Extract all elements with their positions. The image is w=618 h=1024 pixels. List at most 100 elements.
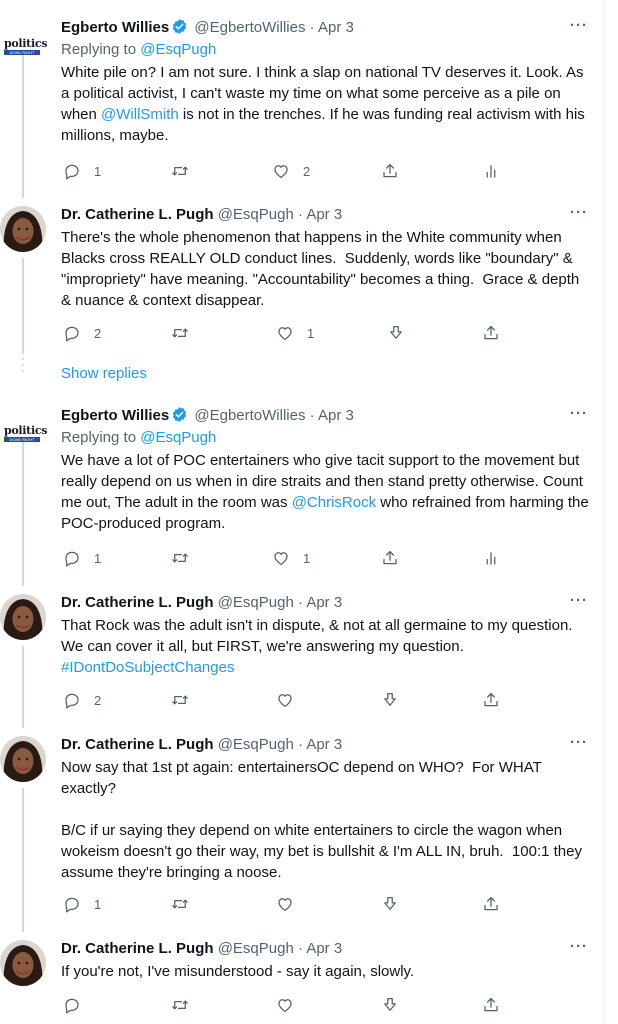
retweet-button[interactable] <box>171 994 202 1016</box>
tweet-thread: politics DONE RIGHT Egberto Willies @Egb… <box>0 0 618 1024</box>
tweet[interactable]: Dr. Catherine L. Pugh @EsqPugh · Apr 3 ·… <box>61 203 591 311</box>
thread-line <box>22 788 24 932</box>
like-button[interactable]: 2 <box>272 160 310 182</box>
more-options-icon[interactable]: ··· <box>570 591 588 611</box>
more-options-icon[interactable]: ··· <box>570 733 588 753</box>
avatar-logo-subtext: DONE RIGHT <box>4 437 40 442</box>
tweet[interactable]: Dr. Catherine L. Pugh @EsqPugh · Apr 3 ·… <box>61 591 591 678</box>
retweet-button[interactable] <box>171 689 202 711</box>
like-button[interactable] <box>276 689 307 711</box>
verified-badge-icon <box>173 19 187 34</box>
tweet-date[interactable]: Apr 3 <box>318 407 354 424</box>
tweet-date[interactable]: Apr 3 <box>306 594 342 611</box>
like-count: 2 <box>303 163 311 179</box>
author-name[interactable]: Dr. Catherine L. Pugh <box>61 736 214 753</box>
retweet-icon <box>172 1000 188 1010</box>
replying-to-label: Replying to <box>61 41 141 58</box>
text-segment: That Rock was the adult isn't in dispute… <box>61 617 573 655</box>
mention-link[interactable]: @WillSmith <box>101 106 179 123</box>
tweet[interactable]: Dr. Catherine L. Pugh @EsqPugh · Apr 3 ·… <box>61 733 591 883</box>
reply-button[interactable]: 1 <box>63 160 101 182</box>
author-handle[interactable]: @EsqPugh <box>218 736 294 753</box>
tweet[interactable]: Egberto Willies @EgbertoWillies · Apr 3 … <box>61 16 591 146</box>
author-name[interactable]: Egberto Willies <box>61 407 169 424</box>
mention-link[interactable]: @EsqPugh <box>140 41 216 58</box>
like-count: 1 <box>307 325 315 341</box>
tweet-actions: 1 <box>61 893 531 917</box>
analytics-button[interactable] <box>482 547 500 569</box>
author-name[interactable]: Dr. Catherine L. Pugh <box>61 594 214 611</box>
tweet-actions: 1 1 <box>61 547 531 571</box>
reply-button[interactable]: 1 <box>63 547 101 569</box>
share-button[interactable] <box>381 160 399 182</box>
hashtag-link[interactable]: #IDontDoSubjectChanges <box>61 659 234 676</box>
tweet[interactable]: Egberto Willies @EgbertoWillies · Apr 3 … <box>61 404 591 534</box>
profile-photo <box>0 940 46 986</box>
profile-photo <box>0 594 46 640</box>
avatar[interactable] <box>0 594 46 640</box>
show-replies-link[interactable]: Show replies <box>61 364 147 384</box>
retweet-button[interactable] <box>171 547 202 569</box>
mention-link[interactable]: @EsqPugh <box>140 429 216 446</box>
author-handle[interactable]: @EsqPugh <box>218 940 294 957</box>
more-options-icon[interactable]: ··· <box>570 937 588 957</box>
like-button[interactable]: 1 <box>276 322 314 344</box>
share-button[interactable] <box>482 994 500 1016</box>
tweet-date[interactable]: Apr 3 <box>306 736 342 753</box>
like-button[interactable] <box>276 893 307 915</box>
separator-dot: · <box>297 206 303 223</box>
replying-to: Replying to @EsqPugh <box>61 428 591 450</box>
author-name[interactable]: Dr. Catherine L. Pugh <box>61 940 214 957</box>
retweet-button[interactable] <box>171 322 202 344</box>
share-icon <box>484 997 498 1012</box>
more-options-icon[interactable]: ··· <box>570 203 588 223</box>
reply-button[interactable]: 2 <box>63 689 101 711</box>
more-options-icon[interactable]: ··· <box>570 16 588 36</box>
tip-button[interactable] <box>381 893 399 915</box>
share-button[interactable] <box>482 893 500 915</box>
avatar[interactable] <box>0 736 46 782</box>
tweet-actions: 2 <box>61 689 531 713</box>
avatar[interactable]: politics DONE RIGHT <box>4 38 47 58</box>
author-handle[interactable]: @EgbertoWillies <box>194 19 305 36</box>
tweet-date[interactable]: Apr 3 <box>318 19 354 36</box>
retweet-button[interactable] <box>171 160 202 182</box>
tweet-text: There's the whole phenomenon that happen… <box>61 229 584 309</box>
author-name[interactable]: Dr. Catherine L. Pugh <box>61 206 214 223</box>
tweet-date[interactable]: Apr 3 <box>306 940 342 957</box>
author-handle[interactable]: @EgbertoWillies <box>194 407 305 424</box>
avatar[interactable]: politics DONE RIGHT <box>4 425 47 445</box>
more-options-icon[interactable]: ··· <box>570 404 588 424</box>
tweet-text: If you're not, I've misunderstood - say … <box>61 963 415 980</box>
avatar[interactable] <box>0 206 46 252</box>
avatar-logo-subtext: DONE RIGHT <box>4 50 40 55</box>
mention-link[interactable]: @ChrisRock <box>292 494 376 511</box>
author-handle[interactable]: @EsqPugh <box>218 206 294 223</box>
reply-button[interactable]: 1 <box>63 893 101 915</box>
tip-button[interactable] <box>381 994 399 1016</box>
author-handle[interactable]: @EsqPugh <box>218 594 294 611</box>
tweet[interactable]: Dr. Catherine L. Pugh @EsqPugh · Apr 3 ·… <box>61 937 591 982</box>
tip-button[interactable] <box>381 689 399 711</box>
avatar[interactable] <box>0 940 46 986</box>
reply-button[interactable]: 2 <box>63 322 101 344</box>
like-button[interactable] <box>276 994 307 1016</box>
verified-badge-icon <box>173 407 187 422</box>
thread-line <box>22 258 24 354</box>
share-button[interactable] <box>482 322 500 344</box>
analytics-button[interactable] <box>482 160 500 182</box>
replying-to-label: Replying to <box>61 429 141 446</box>
author-name[interactable]: Egberto Willies <box>61 19 169 36</box>
tip-icon <box>384 896 396 910</box>
share-button[interactable] <box>381 547 399 569</box>
reply-count: 2 <box>94 692 102 708</box>
share-icon <box>484 325 498 340</box>
like-icon <box>274 552 288 566</box>
tweet-actions: 1 2 <box>61 160 531 184</box>
tip-button[interactable] <box>387 322 405 344</box>
share-button[interactable] <box>482 689 500 711</box>
tweet-date[interactable]: Apr 3 <box>306 206 342 223</box>
reply-button[interactable] <box>63 994 94 1016</box>
like-button[interactable]: 1 <box>272 547 310 569</box>
retweet-button[interactable] <box>171 893 202 915</box>
